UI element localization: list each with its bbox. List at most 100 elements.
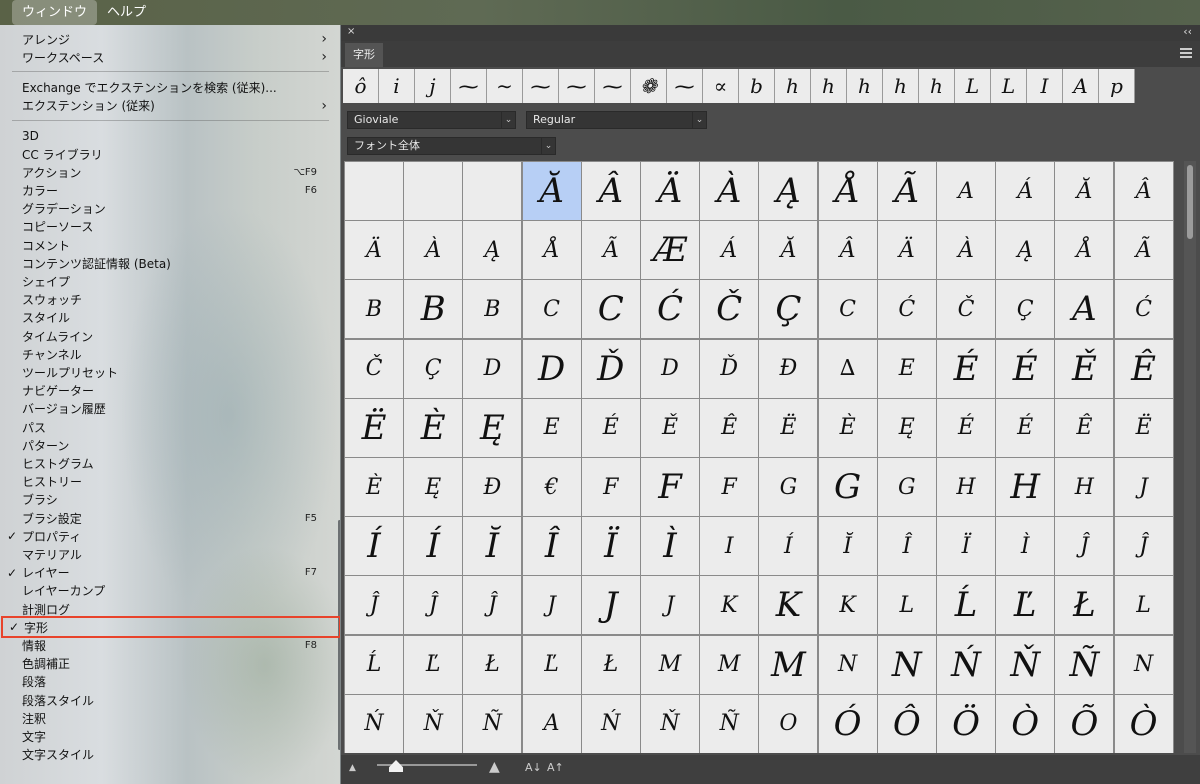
glyph-cell[interactable]: B	[345, 280, 403, 339]
glyph-cell[interactable]: Ľ	[404, 635, 463, 694]
glyph-cell[interactable]: Ñ	[700, 694, 759, 753]
menu-item[interactable]: レイヤーカンプ	[0, 582, 340, 600]
menu-item[interactable]: マテリアル	[0, 545, 340, 563]
glyph-cell[interactable]: Ă	[759, 221, 818, 280]
glyph-cell[interactable]: Ò	[1114, 694, 1173, 753]
recent-glyph[interactable]: ❁	[631, 69, 667, 103]
recent-glyph[interactable]: b	[739, 69, 775, 103]
glyph-cell[interactable]: J	[522, 576, 581, 635]
glyph-cell[interactable]: Ä	[345, 221, 403, 280]
glyph-cell[interactable]: Ĭ	[463, 517, 522, 576]
menu-item[interactable]: 計測ログ	[0, 600, 340, 618]
glyph-cell[interactable]: Ĵ	[463, 576, 522, 635]
glyph-cell[interactable]: Ó	[818, 694, 877, 753]
menu-item[interactable]: スタイル	[0, 309, 340, 327]
glyph-cell[interactable]: Ć	[641, 280, 699, 339]
glyph-cell[interactable]: Ö	[937, 694, 995, 753]
glyph-cell[interactable]: F	[700, 458, 759, 516]
glyph-cell[interactable]: Å	[1055, 221, 1114, 280]
glyph-cell[interactable]: É	[996, 339, 1055, 398]
glyph-cell[interactable]: Ê	[1114, 339, 1173, 398]
menu-item[interactable]: エクステンション (従来) ›	[0, 97, 340, 115]
glyph-cell[interactable]: Ï	[937, 517, 995, 576]
glyph-cell[interactable]: Č	[700, 280, 759, 339]
glyph-cell[interactable]: À	[700, 162, 759, 220]
menu-item[interactable]: コメント	[0, 236, 340, 254]
glyph-cell[interactable]: Ń	[937, 635, 995, 694]
glyph-cell[interactable]: Ĵ	[1114, 517, 1173, 576]
glyph-cell[interactable]: À	[404, 221, 463, 280]
glyph-cell[interactable]: Ď	[700, 339, 759, 398]
zoom-in-icon[interactable]: ▲	[489, 759, 500, 775]
recent-glyph[interactable]: ∼	[487, 69, 523, 103]
glyph-cell[interactable]: Ł	[1055, 576, 1114, 635]
glyph-cell[interactable]: À	[937, 221, 995, 280]
glyph-cell[interactable]: E	[522, 398, 581, 457]
menu-item[interactable]: コンテンツ認証情報 (Beta)	[0, 254, 340, 272]
glyph-cell[interactable]: G	[818, 458, 877, 516]
glyph-subset-select[interactable]: フォント全体 ⌄	[347, 137, 556, 155]
menu-item[interactable]: アクション ⌥F9	[0, 163, 340, 181]
glyph-cell[interactable]: M	[641, 635, 699, 694]
decrease-glyph-size-icon[interactable]: A↓	[525, 761, 542, 774]
glyph-cell[interactable]: F	[641, 458, 699, 516]
font-style-select[interactable]: Regular ⌄	[526, 111, 707, 129]
glyph-cell[interactable]: Ą	[759, 162, 818, 220]
menu-item[interactable]: グラデーション	[0, 200, 340, 218]
glyph-cell[interactable]: C	[581, 280, 640, 339]
recent-glyph[interactable]: p	[1099, 69, 1135, 103]
glyph-cell[interactable]	[345, 162, 403, 220]
recent-glyph[interactable]: h	[883, 69, 919, 103]
glyph-cell[interactable]: Ł	[581, 635, 640, 694]
menu-item[interactable]: 文字スタイル	[0, 746, 340, 764]
glyph-cell[interactable]: Ì	[996, 517, 1055, 576]
tab-glyphs[interactable]: 字形	[345, 43, 383, 67]
glyph-cell[interactable]: Ę	[404, 458, 463, 516]
glyph-cell[interactable]	[463, 162, 522, 220]
recent-glyph[interactable]: ⁓	[451, 69, 487, 103]
menu-item[interactable]: 3D	[0, 127, 340, 145]
menu-item[interactable]: ツールプリセット	[0, 363, 340, 381]
increase-glyph-size-icon[interactable]: A↑	[547, 761, 564, 774]
close-icon[interactable]: ×	[347, 26, 355, 37]
recent-glyph[interactable]: ∝	[703, 69, 739, 103]
glyph-cell[interactable]: G	[759, 458, 818, 516]
glyph-cell[interactable]: Ï	[581, 517, 640, 576]
glyph-cell[interactable]: Ň	[641, 694, 699, 753]
glyph-cell[interactable]: Ã	[877, 162, 936, 220]
glyph-cell[interactable]: Â	[818, 221, 877, 280]
font-family-select[interactable]: Gioviale ⌄	[347, 111, 516, 129]
glyph-cell[interactable]: È	[818, 398, 877, 457]
glyph-cell[interactable]: O	[759, 694, 818, 753]
recent-glyph[interactable]: I	[1027, 69, 1063, 103]
glyph-cell[interactable]: Â	[1114, 162, 1173, 220]
glyph-cell[interactable]: Ã	[581, 221, 640, 280]
recent-glyph[interactable]: ô	[343, 69, 379, 103]
glyph-cell[interactable]: Ľ	[522, 635, 581, 694]
glyph-cell[interactable]: Ä	[641, 162, 699, 220]
glyph-cell[interactable]: Ç	[996, 280, 1055, 339]
menu-item[interactable]: ヒストグラム	[0, 454, 340, 472]
glyph-cell[interactable]: È	[404, 398, 463, 457]
glyph-cell[interactable]: D	[463, 339, 522, 398]
menu-item[interactable]: ワークスペース ›	[0, 48, 340, 66]
glyph-cell[interactable]: Ę	[877, 398, 936, 457]
glyph-cell[interactable]: L	[877, 576, 936, 635]
menu-item[interactable]: ✓ レイヤー F7	[0, 564, 340, 582]
glyph-cell[interactable]: Ĺ	[937, 576, 995, 635]
glyph-cell[interactable]: A	[522, 694, 581, 753]
menu-item[interactable]: ブラシ設定 F5	[0, 509, 340, 527]
menu-item[interactable]: バージョン履歴	[0, 400, 340, 418]
recent-glyph[interactable]: h	[919, 69, 955, 103]
glyph-cell[interactable]: Ç	[759, 280, 818, 339]
glyph-cell[interactable]: Ì	[641, 517, 699, 576]
glyph-cell[interactable]: K	[818, 576, 877, 635]
glyph-cell[interactable]: È	[345, 458, 403, 516]
recent-glyph[interactable]: L	[955, 69, 991, 103]
glyph-cell[interactable]: K	[759, 576, 818, 635]
recent-glyph[interactable]: j	[415, 69, 451, 103]
glyph-cell[interactable]: ∆	[818, 339, 877, 398]
recent-glyph[interactable]: ⁓	[595, 69, 631, 103]
menu-help[interactable]: ヘルプ	[97, 0, 156, 25]
recent-glyph[interactable]: h	[775, 69, 811, 103]
